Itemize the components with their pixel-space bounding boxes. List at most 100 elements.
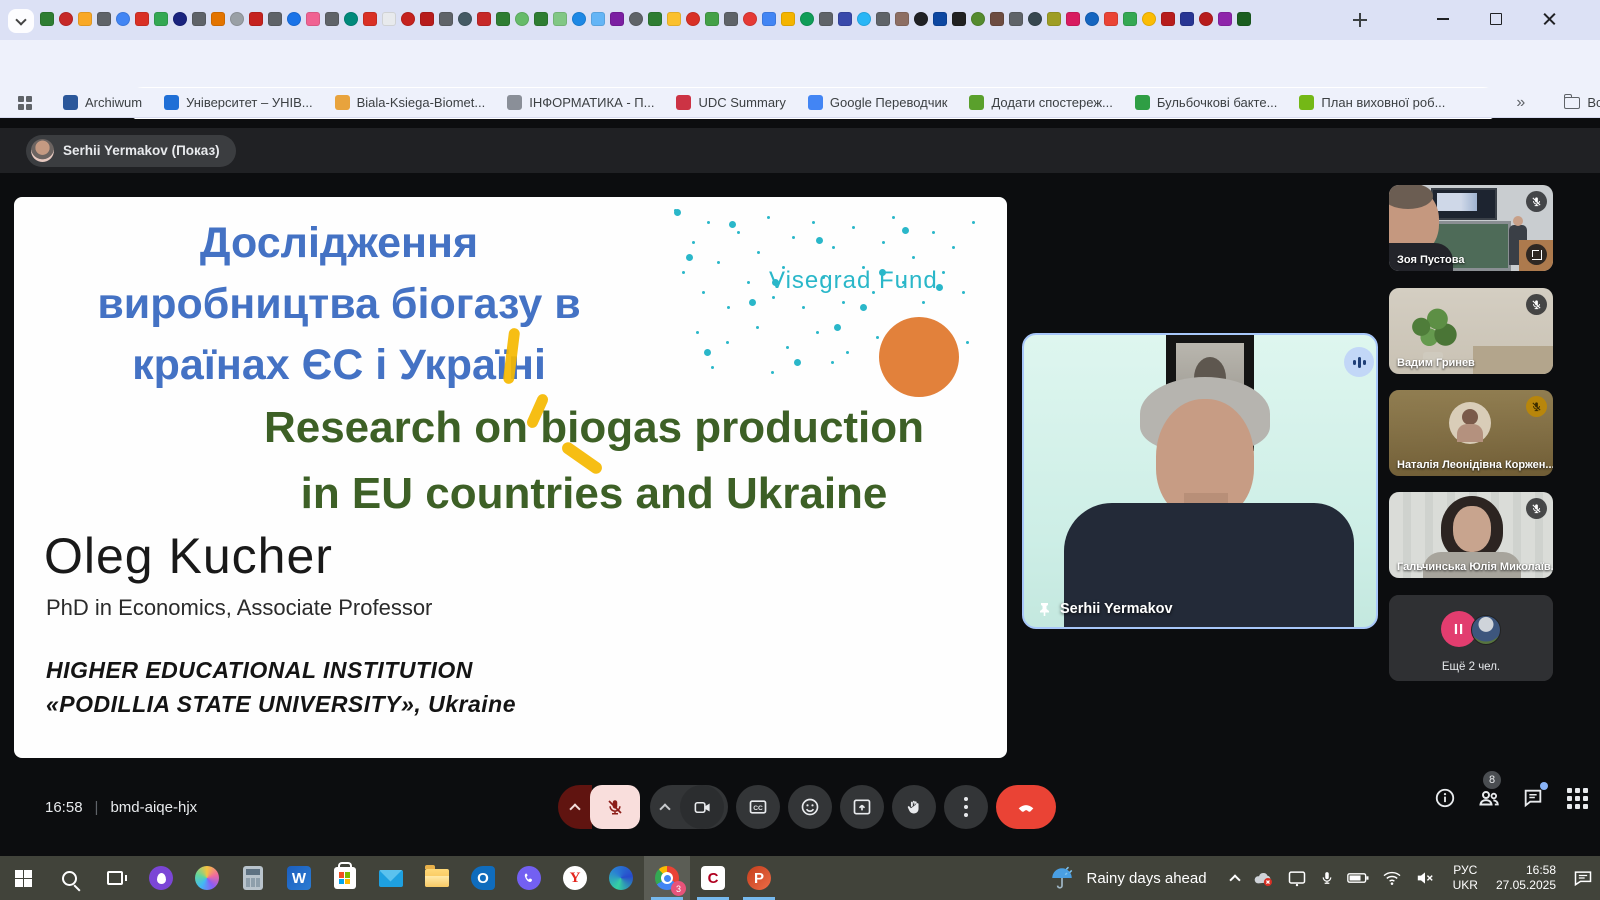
tab-favicon[interactable] <box>857 12 871 26</box>
window-maximize-button[interactable] <box>1473 0 1519 38</box>
apps-grid-icon[interactable] <box>18 96 32 110</box>
tab-favicon[interactable] <box>914 12 928 26</box>
bookmark-item[interactable]: Archiwum <box>63 95 142 110</box>
tab-favicon[interactable] <box>591 12 605 26</box>
people-panel-button[interactable]: 8 <box>1476 785 1502 811</box>
participant-tile[interactable]: Наталія Леонідівна Коржен... <box>1389 390 1553 476</box>
tab-favicon[interactable] <box>135 12 149 26</box>
tab-favicon[interactable] <box>1218 12 1232 26</box>
captions-button[interactable]: CC <box>736 785 780 829</box>
tab-favicon[interactable] <box>477 12 491 26</box>
tab-favicon[interactable] <box>173 12 187 26</box>
bookmark-item[interactable]: ІНФОРМАТИКА - П... <box>507 95 654 110</box>
tab-favicon[interactable] <box>97 12 111 26</box>
tab-favicon[interactable] <box>515 12 529 26</box>
start-button[interactable] <box>0 856 46 900</box>
tab-favicon[interactable] <box>781 12 795 26</box>
tab-favicon[interactable] <box>154 12 168 26</box>
mic-muted-button[interactable] <box>590 785 640 829</box>
tab-favicon[interactable] <box>553 12 567 26</box>
tray-mic-icon[interactable] <box>1320 869 1334 887</box>
tab-favicon[interactable] <box>895 12 909 26</box>
taskbar-copilot-button[interactable] <box>184 856 230 900</box>
tab-favicon[interactable] <box>1123 12 1137 26</box>
taskbar-edge-button[interactable] <box>598 856 644 900</box>
taskbar-outlook-button[interactable]: O <box>460 856 506 900</box>
tab-favicon[interactable] <box>420 12 434 26</box>
meeting-details-button[interactable] <box>1432 785 1458 811</box>
tab-favicon[interactable] <box>401 12 415 26</box>
chat-panel-button[interactable] <box>1520 785 1546 811</box>
tab-favicon[interactable] <box>724 12 738 26</box>
tab-favicon[interactable] <box>667 12 681 26</box>
tab-favicon[interactable] <box>325 12 339 26</box>
tab-favicon[interactable] <box>572 12 586 26</box>
tab-favicon[interactable] <box>1199 12 1213 26</box>
tab-favicon[interactable] <box>268 12 282 26</box>
tab-favicon[interactable] <box>1237 12 1251 26</box>
tab-favicon[interactable] <box>458 12 472 26</box>
window-minimize-button[interactable] <box>1420 0 1466 38</box>
taskbar-mail-button[interactable] <box>368 856 414 900</box>
cast-icon[interactable] <box>1287 869 1307 887</box>
bookmarks-overflow-button[interactable]: » <box>1516 94 1525 112</box>
raise-hand-button[interactable] <box>892 785 936 829</box>
tab-favicon[interactable] <box>800 12 814 26</box>
tab-favicon[interactable] <box>382 12 396 26</box>
tab-favicon[interactable] <box>1161 12 1175 26</box>
bookmark-item[interactable]: Університет – УНІВ... <box>164 95 313 110</box>
tab-favicon[interactable] <box>876 12 890 26</box>
tab-favicon[interactable] <box>1028 12 1042 26</box>
tab-favicon[interactable] <box>40 12 54 26</box>
tab-favicon[interactable] <box>933 12 947 26</box>
tab-favicon[interactable] <box>439 12 453 26</box>
new-tab-button[interactable] <box>1346 8 1374 32</box>
tab-search-button[interactable] <box>8 9 34 33</box>
tab-favicon[interactable] <box>819 12 833 26</box>
taskbar-chrome-button[interactable]: 3 <box>644 856 690 900</box>
bookmark-item[interactable]: Google Переводчик <box>808 95 948 110</box>
tab-favicon[interactable] <box>971 12 985 26</box>
tab-favicon[interactable] <box>1009 12 1023 26</box>
tab-favicon[interactable] <box>116 12 130 26</box>
tab-favicon[interactable] <box>990 12 1004 26</box>
volume-muted-icon[interactable] <box>1415 870 1435 886</box>
language-indicator[interactable]: РУС UKR <box>1445 863 1486 893</box>
more-options-button[interactable] <box>944 785 988 829</box>
taskbar-explorer-button[interactable] <box>414 856 460 900</box>
tab-favicon[interactable] <box>705 12 719 26</box>
bookmark-item[interactable]: План виховної роб... <box>1299 95 1445 110</box>
taskbar-yandex-button[interactable]: Y <box>552 856 598 900</box>
taskbar-consultant-button[interactable]: C <box>690 856 736 900</box>
taskbar-weather-widget[interactable]: Rainy days ahead <box>1035 856 1221 900</box>
tab-favicon[interactable] <box>534 12 548 26</box>
taskbar-powerpoint-button[interactable]: P <box>736 856 782 900</box>
tab-favicon[interactable] <box>59 12 73 26</box>
tab-favicon[interactable] <box>306 12 320 26</box>
action-center-button[interactable] <box>1566 856 1600 900</box>
tab-favicon[interactable] <box>287 12 301 26</box>
onedrive-error-icon[interactable] <box>1252 869 1274 887</box>
participant-tile[interactable]: Гальчинська Юлія Миколаїв... <box>1389 492 1553 578</box>
camera-options-button[interactable] <box>650 801 680 813</box>
presenter-pill[interactable]: Serhii Yermakov (Показ) <box>26 135 236 167</box>
reactions-button[interactable] <box>788 785 832 829</box>
self-video-tile[interactable]: Serhii Yermakov <box>1022 333 1378 629</box>
tab-favicon[interactable] <box>610 12 624 26</box>
taskbar-calculator-button[interactable] <box>230 856 276 900</box>
tab-favicon[interactable] <box>1142 12 1156 26</box>
task-view-button[interactable] <box>92 856 138 900</box>
more-participants-tile[interactable]: II Ещё 2 чел. <box>1389 595 1553 681</box>
battery-icon[interactable] <box>1347 871 1369 885</box>
tab-favicon[interactable] <box>838 12 852 26</box>
tab-favicon[interactable] <box>686 12 700 26</box>
taskbar-clock[interactable]: 16:58 27.05.2025 <box>1486 863 1566 893</box>
bookmark-item[interactable]: Бульбочкові бакте... <box>1135 95 1278 110</box>
taskbar-viber-button[interactable] <box>506 856 552 900</box>
end-call-button[interactable] <box>996 785 1056 829</box>
activities-button[interactable] <box>1564 785 1590 811</box>
tab-favicon[interactable] <box>743 12 757 26</box>
window-close-button[interactable] <box>1527 0 1573 38</box>
taskbar-search-button[interactable] <box>46 856 92 900</box>
tab-favicon[interactable] <box>344 12 358 26</box>
